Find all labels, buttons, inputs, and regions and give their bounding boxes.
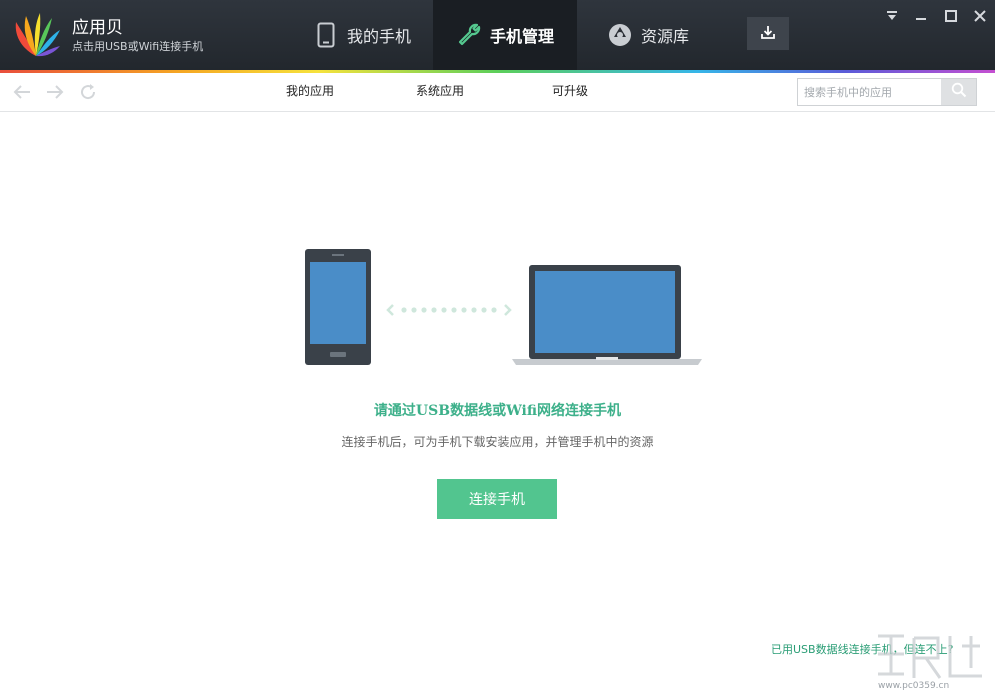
app-name: 应用贝 [72,18,123,38]
connect-phone-button[interactable]: 连接手机 [437,479,557,519]
tab-my-phone[interactable]: 我的手机 [292,0,432,70]
tab-my-phone-label: 我的手机 [346,27,411,46]
minimize-icon[interactable] [910,6,932,26]
app-window: 应用贝 点击用USB或Wifi连接手机 我的手机 手机管理 资源库 我的应用 系… [0,0,995,697]
subtab-system-apps[interactable]: 系统应用 [416,82,464,99]
back-arrow-icon[interactable] [10,81,34,103]
tab-resource-library[interactable]: 资源库 [578,0,718,70]
watermark-text: www.pc0359.cn [878,681,950,691]
connection-illustration [305,249,702,365]
refresh-icon[interactable] [76,81,100,103]
tab-phone-management-label: 手机管理 [489,27,554,46]
connect-headline: 请通过USB数据线或Wifi网络连接手机 [373,403,622,419]
phone-illustration [305,249,371,365]
title-bar: 应用贝 点击用USB或Wifi连接手机 我的手机 手机管理 资源库 [0,0,995,70]
search-button[interactable] [941,79,976,105]
app-subtitle: 点击用USB或Wifi连接手机 [72,40,204,53]
toolbar: 我的应用 系统应用 可升级 [0,73,995,112]
connection-dots [386,304,512,316]
close-icon[interactable] [969,6,991,26]
search-input[interactable] [798,79,942,105]
download-button[interactable] [747,17,789,50]
aperture-icon [607,20,633,50]
maximize-icon[interactable] [940,6,962,26]
tab-resource-library-label: 资源库 [640,27,689,46]
app-logo [15,13,60,57]
forward-arrow-icon[interactable] [43,81,67,103]
search-icon [951,82,967,102]
phone-icon [313,20,339,50]
connect-description: 连接手机后，可为手机下载安装应用，并管理手机中的资源 [341,435,654,449]
subtab-upgradable[interactable]: 可升级 [552,82,588,99]
subtab-my-apps[interactable]: 我的应用 [286,82,334,99]
dropdown-icon[interactable] [881,6,903,26]
laptop-illustration [512,265,702,365]
download-icon [760,24,776,44]
tab-phone-management[interactable]: 手机管理 [433,0,577,70]
wrench-icon [456,20,482,50]
search-box [797,78,977,106]
